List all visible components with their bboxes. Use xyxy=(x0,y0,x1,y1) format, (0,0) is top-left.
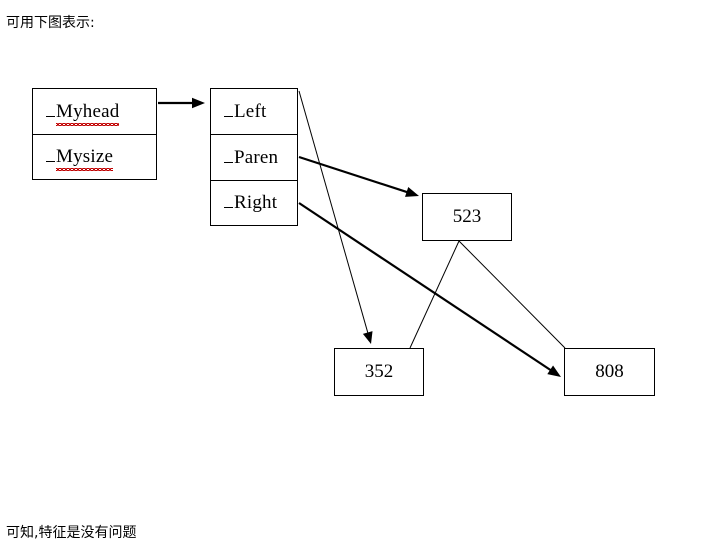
node-cell-right: Right xyxy=(211,180,297,225)
field-label-paren: Paren xyxy=(224,147,278,169)
node-cell-myhead: Myhead xyxy=(33,89,156,134)
node-cell-mysize: Mysize xyxy=(33,134,156,179)
value-box-523: 523 xyxy=(422,193,512,241)
field-label-right-text: Right xyxy=(234,192,278,213)
field-label-mysize-text: Mysize xyxy=(56,146,114,171)
field-label-left-text: Left xyxy=(234,100,267,122)
field-label-myhead-text: Myhead xyxy=(56,100,120,126)
edge-left-to-352 xyxy=(298,90,369,335)
struct-box-head-node: Myhead Mysize xyxy=(32,88,157,180)
edge-right-to-808-arrowhead xyxy=(547,365,561,377)
edge-left-to-352-arrowhead xyxy=(362,331,373,344)
edge-523-to-352 xyxy=(409,240,460,349)
field-label-mysize: Mysize xyxy=(46,146,114,171)
edge-paren-to-523 xyxy=(298,155,409,194)
edge-paren-to-523-arrowhead xyxy=(405,187,419,197)
edge-head-to-node-arrowhead xyxy=(192,97,205,109)
caption-bottom-text: 可知,特征是没有问题 xyxy=(6,525,137,541)
node-cell-paren: Paren xyxy=(211,134,297,180)
caption-top-text: 可用下图表示: xyxy=(6,15,95,31)
edge-523-to-808 xyxy=(458,240,566,349)
field-label-left: Left xyxy=(224,101,266,123)
field-label-paren-text: Paren xyxy=(234,146,279,168)
field-label-myhead: Myhead xyxy=(46,100,120,126)
value-box-352: 352 xyxy=(334,348,424,396)
struct-box-tree-node: Left Paren Right xyxy=(210,88,298,226)
connector-layer xyxy=(158,90,566,377)
node-cell-left: Left xyxy=(211,89,297,134)
field-label-right: Right xyxy=(224,192,277,214)
diagram-canvas: 可用下图表示: Myhead Mysize Left Paren Right 5… xyxy=(0,0,709,560)
value-box-808: 808 xyxy=(564,348,655,396)
